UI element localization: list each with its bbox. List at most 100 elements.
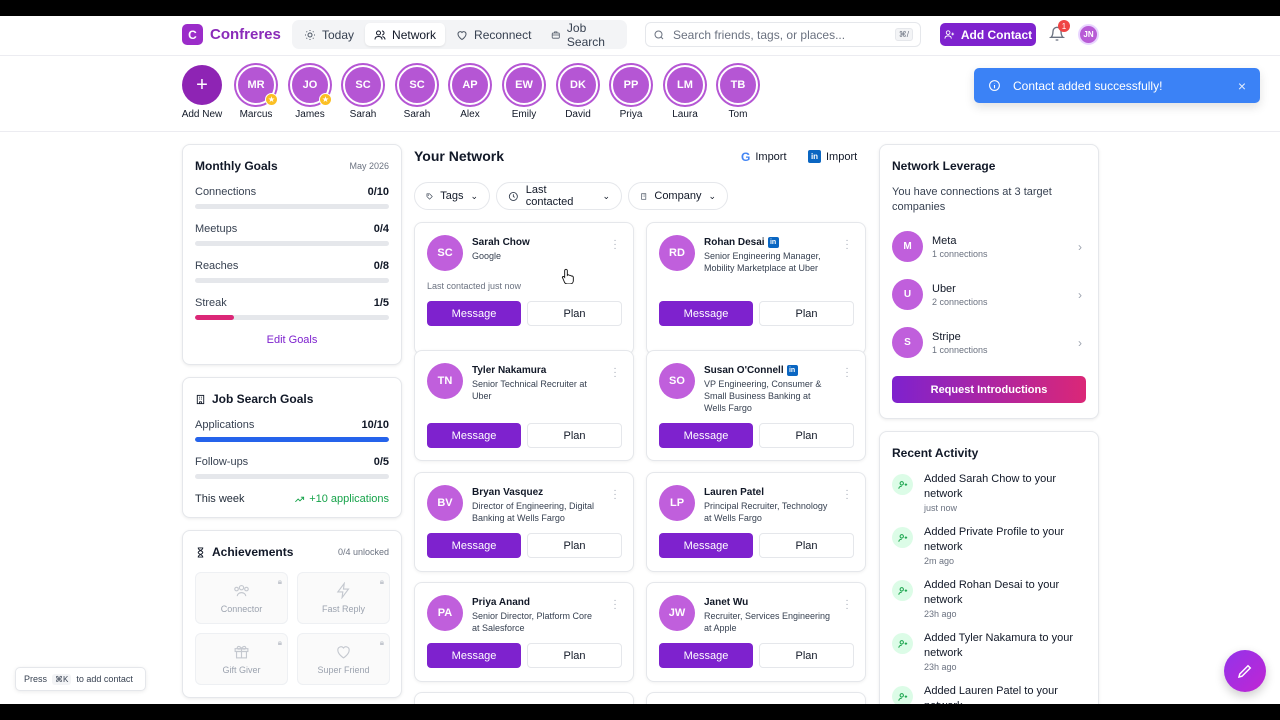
story-contact[interactable]: LM Laura xyxy=(658,65,712,120)
message-button[interactable]: Message xyxy=(427,643,521,668)
activity-text: Added Tyler Nakamura to your network xyxy=(924,632,1073,659)
story-contact[interactable]: AP Alex xyxy=(443,65,497,120)
contact-card[interactable]: LP Lauren Patel Principal Recruiter, Tec… xyxy=(646,472,866,572)
add-contact-button[interactable]: Add Contact xyxy=(940,23,1036,46)
filter-tags[interactable]: Tags ⌄ xyxy=(414,182,490,210)
story-contact[interactable]: MR ★ Marcus xyxy=(229,65,283,120)
contact-card[interactable]: PA Priya Anand Senior Director, Platform… xyxy=(414,582,634,682)
message-button[interactable]: Message xyxy=(427,533,521,558)
top-header: C Confreres Today Network Reconnect Job … xyxy=(0,16,1280,56)
close-icon[interactable]: × xyxy=(1238,78,1246,94)
page-title: Your Network xyxy=(414,148,504,164)
contact-subtitle: VP Engineering, Consumer & Small Busines… xyxy=(704,379,822,413)
company-row[interactable]: M Meta 1 connections › xyxy=(892,230,1086,263)
search-input[interactable] xyxy=(673,27,887,42)
last-contacted: Last contacted just now xyxy=(427,281,522,291)
contact-card[interactable]: JW Janet Wu Recruiter, Services Engineer… xyxy=(646,582,866,682)
more-menu-icon[interactable]: · · · xyxy=(613,486,617,504)
filter-company[interactable]: Company ⌄ xyxy=(628,182,728,210)
contact-card[interactable]: RD Rohan Desai in Senior Engineering Mana… xyxy=(646,222,866,355)
story-contact[interactable]: JO ★ James xyxy=(283,65,337,120)
import-label: Import xyxy=(826,150,858,163)
story-contact[interactable]: EW Emily xyxy=(497,65,551,120)
search-bar[interactable]: ⌘/ xyxy=(645,22,921,47)
story-label: Priya xyxy=(619,109,643,120)
company-row[interactable]: U Uber 2 connections › xyxy=(892,278,1086,311)
toast-message: Contact added successfully! xyxy=(1013,78,1163,93)
tab-reconnect[interactable]: Reconnect xyxy=(447,23,540,46)
contact-card[interactable]: BV Bryan Vasquez Director of Engineering… xyxy=(414,472,634,572)
plan-button[interactable]: Plan xyxy=(759,533,854,558)
linkedin-icon: in xyxy=(786,365,798,376)
activity-time: 23h ago xyxy=(924,609,957,619)
app-logo[interactable]: C Confreres xyxy=(182,24,281,45)
story-contact[interactable]: PP Priya xyxy=(604,65,658,120)
plan-button[interactable]: Plan xyxy=(527,301,622,326)
request-introductions-button[interactable]: Request Introductions xyxy=(892,376,1086,403)
story-label: Sarah xyxy=(403,109,431,120)
contact-card[interactable]: TN Tyler Nakamura Senior Technical Recru… xyxy=(414,350,634,461)
badge-super-friend[interactable]: 🔒︎ Super Friend xyxy=(297,633,390,685)
goal-row: Streak 1/5 xyxy=(195,297,389,320)
more-menu-icon[interactable]: · · · xyxy=(613,596,617,614)
logo-mark: C xyxy=(182,24,203,45)
message-button[interactable]: Message xyxy=(427,423,521,448)
contact-avatar: SO xyxy=(659,363,695,399)
more-menu-icon[interactable]: · · · xyxy=(613,364,617,382)
contact-name: Lauren Patel xyxy=(704,487,765,498)
contact-card[interactable] xyxy=(414,692,634,704)
story-label: Add New xyxy=(181,109,223,120)
company-row[interactable]: S Stripe 1 connections › xyxy=(892,326,1086,359)
plan-button[interactable]: Plan xyxy=(759,423,854,448)
panel-title: Monthly Goals xyxy=(195,159,278,173)
edit-goals-link[interactable]: Edit Goals xyxy=(195,334,389,346)
notification-count: 1 xyxy=(1058,20,1070,32)
tab-network[interactable]: Network xyxy=(365,23,446,46)
story-contact[interactable]: TB Tom xyxy=(711,65,765,120)
filter-last-contacted[interactable]: Last contacted ⌄ xyxy=(496,182,622,210)
tab-label: Job Search xyxy=(566,20,605,49)
story-add-new[interactable]: + Add New xyxy=(175,65,229,120)
user-avatar[interactable]: JN xyxy=(1078,24,1099,45)
plan-button[interactable]: Plan xyxy=(527,423,622,448)
message-button[interactable]: Message xyxy=(659,533,753,558)
goal-row: Applications 10/10 xyxy=(195,419,389,442)
more-menu-icon[interactable]: · · · xyxy=(845,596,849,614)
import-linkedin-button[interactable]: in Import xyxy=(808,150,857,163)
company-avatar: U xyxy=(892,279,923,310)
tab-job-search[interactable]: Job Search xyxy=(542,20,624,49)
badge-connector[interactable]: 🔒︎ Connector xyxy=(195,572,288,624)
message-button[interactable]: Message xyxy=(427,301,521,326)
tag-icon xyxy=(426,192,433,200)
story-contact[interactable]: SC Sarah xyxy=(390,65,444,120)
badge-gift-giver[interactable]: 🔒︎ Gift Giver xyxy=(195,633,288,685)
gift-icon xyxy=(234,645,249,659)
contact-card[interactable]: SC Sarah Chow Google · · · Last contacted … xyxy=(414,222,634,355)
more-menu-icon[interactable]: · · · xyxy=(845,486,849,504)
story-contact[interactable]: DK David xyxy=(551,65,605,120)
compose-fab-button[interactable] xyxy=(1224,650,1266,692)
lock-icon: 🔒︎ xyxy=(277,638,282,647)
more-menu-icon[interactable]: · · · xyxy=(845,236,849,254)
chevron-down-icon: ⌄ xyxy=(708,190,716,201)
message-button[interactable]: Message xyxy=(659,423,753,448)
story-avatar: SC xyxy=(343,65,383,105)
message-button[interactable]: Message xyxy=(659,643,753,668)
tab-today[interactable]: Today xyxy=(295,23,363,46)
contact-card[interactable] xyxy=(646,692,866,704)
heart-icon xyxy=(457,30,467,40)
chevron-right-icon: › xyxy=(1078,335,1082,350)
plan-button[interactable]: Plan xyxy=(759,643,854,668)
contact-card[interactable]: SO Susan O'Connell in VP Engineering, Con… xyxy=(646,350,866,461)
tab-label: Today xyxy=(322,27,355,42)
trend-up-icon xyxy=(295,496,305,502)
more-menu-icon[interactable]: · · · xyxy=(845,364,849,382)
message-button[interactable]: Message xyxy=(659,301,753,326)
story-contact[interactable]: SC Sarah xyxy=(336,65,390,120)
import-google-button[interactable]: G Import xyxy=(741,150,787,164)
plan-button[interactable]: Plan xyxy=(527,533,622,558)
badge-fast-reply[interactable]: 🔒︎ Fast Reply xyxy=(297,572,390,624)
more-menu-icon[interactable]: · · · xyxy=(613,236,617,254)
plan-button[interactable]: Plan xyxy=(759,301,854,326)
plan-button[interactable]: Plan xyxy=(527,643,622,668)
